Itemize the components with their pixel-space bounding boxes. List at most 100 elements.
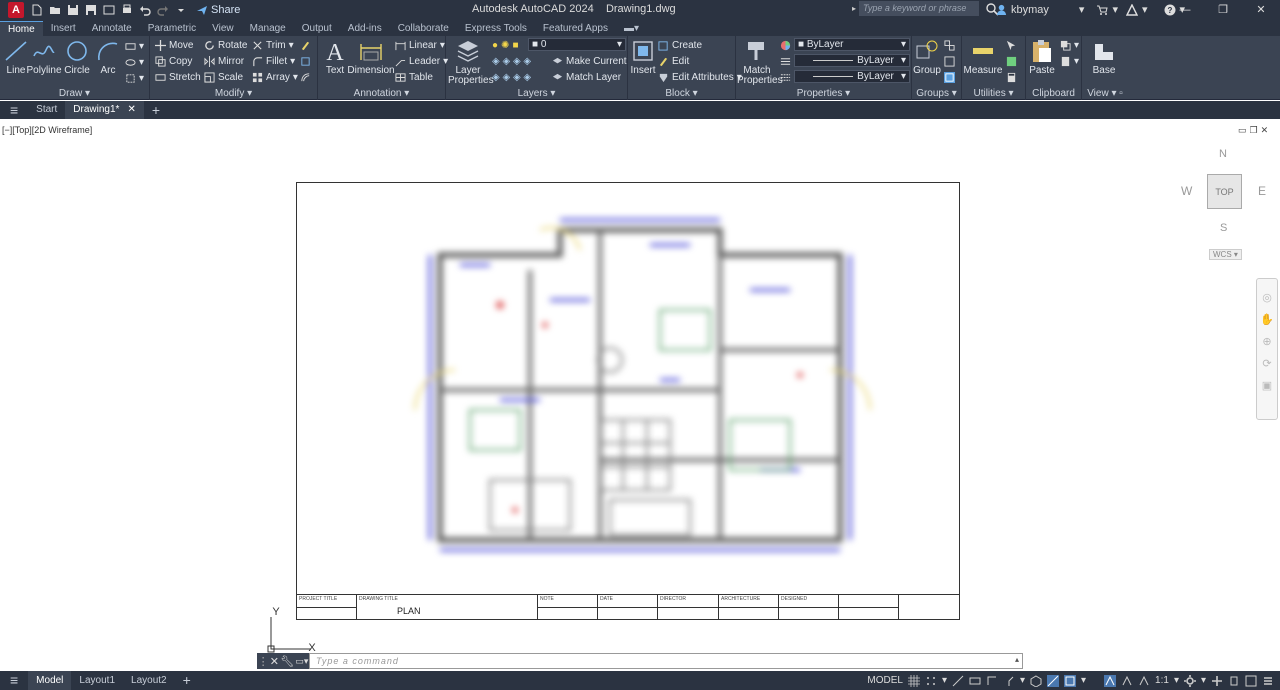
open-icon[interactable] [47, 2, 63, 18]
tab-express-tools[interactable]: Express Tools [457, 21, 535, 36]
layer-state-icons[interactable]: ● ✺ ■ [492, 38, 518, 52]
new-tab-button[interactable]: + [144, 101, 168, 119]
tab-parametric[interactable]: Parametric [140, 21, 204, 36]
command-expand-icon[interactable]: ▴ [1015, 655, 1019, 664]
base-view-button[interactable]: Base [1090, 38, 1118, 76]
offset-button[interactable] [300, 70, 311, 84]
object-snap-icon[interactable] [1064, 674, 1076, 687]
command-input[interactable]: Type a command [309, 653, 1023, 669]
new-icon[interactable] [29, 2, 45, 18]
nav-tools[interactable]: ◎ ✋ ⊕ ⟳ ▣ [1257, 279, 1277, 397]
viewcube-top-face[interactable]: TOP [1207, 174, 1242, 209]
polar-dropdown-icon[interactable]: ▾ [1020, 675, 1025, 686]
tab-drawing1[interactable]: Drawing1* ✕ [65, 101, 144, 119]
modify-panel-title[interactable]: Modify ▾ [150, 88, 317, 99]
close-button[interactable]: ✕ [1242, 0, 1280, 19]
showmotion-icon[interactable]: ▣ [1257, 375, 1277, 397]
isodraft-icon[interactable] [1030, 674, 1042, 687]
rotate-button[interactable]: Rotate [204, 38, 247, 52]
measure-button[interactable]: Measure [964, 38, 1002, 76]
floor-plan-drawing[interactable] [400, 210, 880, 565]
fillet-button[interactable]: Fillet ▾ [252, 54, 295, 68]
create-block-button[interactable]: Create [658, 38, 702, 52]
search-expand-icon[interactable]: ▸ [852, 4, 856, 13]
viewcube-west[interactable]: W [1181, 184, 1192, 198]
command-grip-icon[interactable]: ⋮ [258, 655, 269, 668]
isolate-objects-icon[interactable] [1228, 675, 1240, 687]
match-properties-button[interactable]: Match Properties [737, 38, 783, 86]
copy-clip-icon[interactable]: ▾ [1060, 38, 1079, 52]
paste-button[interactable]: Paste [1028, 38, 1056, 76]
layer-properties-button[interactable]: Layer Properties [448, 38, 494, 86]
trim-button[interactable]: Trim ▾ [252, 38, 294, 52]
model-space-toggle[interactable]: MODEL [867, 675, 903, 686]
auto-scale-icon[interactable] [1121, 675, 1133, 687]
circle-button[interactable]: Circle [64, 38, 90, 76]
layer-dropdown[interactable]: ■ 0 ▾ [528, 38, 626, 51]
layers-panel-title[interactable]: Layers ▾ [446, 88, 627, 99]
match-layer-button[interactable]: Match Layer [552, 70, 621, 84]
draw-panel-title[interactable]: Draw ▾ [0, 88, 149, 99]
insert-button[interactable]: Insert [630, 38, 656, 76]
color-wheel-icon[interactable] [780, 38, 791, 52]
groups-panel-title[interactable]: Groups ▾ [912, 88, 961, 99]
osnap-dropdown-icon[interactable]: ▾ [1081, 675, 1086, 686]
tab-home[interactable]: Home [0, 21, 43, 36]
view-panel-title[interactable]: View ▾ ▫ [1082, 88, 1128, 99]
cart-dropdown-icon[interactable]: ▾ [1112, 3, 1118, 16]
undo-icon[interactable] [137, 2, 153, 18]
tab-annotate[interactable]: Annotate [84, 21, 140, 36]
make-current-button[interactable]: Make Current [552, 54, 627, 68]
learn-dropdown-icon[interactable]: ▾ [1142, 3, 1148, 16]
tab-add-ins[interactable]: Add-ins [340, 21, 390, 36]
mirror-button[interactable]: Mirror [204, 54, 244, 68]
viewcube[interactable]: N W E S TOP WCS ▾ [1178, 145, 1270, 265]
layout-tab-layout2[interactable]: Layout2 [123, 671, 175, 690]
edit-attributes-button[interactable]: Edit Attributes ▾ [658, 70, 742, 84]
workspace-icon[interactable] [1183, 674, 1196, 687]
boundary-button[interactable]: ▾ [125, 71, 144, 85]
tab-insert[interactable]: Insert [43, 21, 84, 36]
ungroup-icon[interactable] [944, 38, 955, 52]
command-customize-icon[interactable]: 🔧︎ [280, 655, 294, 668]
hatch-button[interactable]: ▾ [125, 55, 144, 69]
explode-button[interactable] [300, 54, 311, 68]
properties-panel-title[interactable]: Properties ▾ [736, 88, 911, 99]
viewport-window-controls[interactable]: ▭❐✕ [1238, 125, 1271, 136]
object-snap-tracking-icon[interactable] [1047, 674, 1059, 687]
linetype-icon[interactable] [780, 70, 791, 84]
search-input[interactable]: Type a keyword or phrase [859, 1, 980, 16]
restore-button[interactable]: ❐ [1204, 0, 1242, 19]
annotation-panel-title[interactable]: Annotation ▾ [318, 88, 445, 99]
plot-icon[interactable] [119, 2, 135, 18]
viewcube-east[interactable]: E [1258, 184, 1266, 198]
wcs-menu[interactable]: WCS ▾ [1209, 249, 1242, 260]
dimension-button[interactable]: Dimension [347, 38, 395, 76]
lineweight-icon[interactable] [780, 54, 791, 68]
polar-tracking-icon[interactable] [1003, 675, 1015, 687]
tab-view[interactable]: View [204, 21, 242, 36]
linear-button[interactable]: Linear ▾ [395, 38, 445, 52]
quick-select-icon[interactable] [1006, 38, 1017, 52]
rectangle-button[interactable]: ▾ [125, 39, 144, 53]
annotation-scale-value[interactable]: 1:1 [1155, 675, 1169, 686]
command-close-icon[interactable]: ✕ [270, 655, 279, 668]
arc-button[interactable]: Arc [95, 38, 121, 76]
close-tab-icon[interactable]: ✕ [127, 104, 135, 115]
select-similar-icon[interactable] [1006, 54, 1017, 68]
edit-block-button[interactable]: Edit [658, 54, 689, 68]
line-button[interactable]: Line [3, 38, 29, 76]
qat-dropdown-icon[interactable] [173, 2, 189, 18]
utilities-panel-title[interactable]: Utilities ▾ [962, 88, 1025, 99]
redo-icon[interactable] [155, 2, 171, 18]
layout-tab-layout1[interactable]: Layout1 [71, 671, 123, 690]
scale-button[interactable]: Scale [204, 70, 243, 84]
viewcube-north[interactable]: N [1219, 148, 1227, 160]
tab-collaborate[interactable]: Collaborate [390, 21, 457, 36]
layer-tools-row2[interactable]: ◈ ◈ ◈ ◈ [492, 70, 531, 84]
linetype-dropdown[interactable]: ByLayer ▾ [794, 70, 910, 83]
clean-screen-icon[interactable] [1245, 675, 1257, 687]
stretch-button[interactable]: Stretch [155, 70, 201, 84]
snap-dropdown-icon[interactable]: ▾ [942, 675, 947, 686]
grid-icon[interactable] [907, 674, 920, 687]
